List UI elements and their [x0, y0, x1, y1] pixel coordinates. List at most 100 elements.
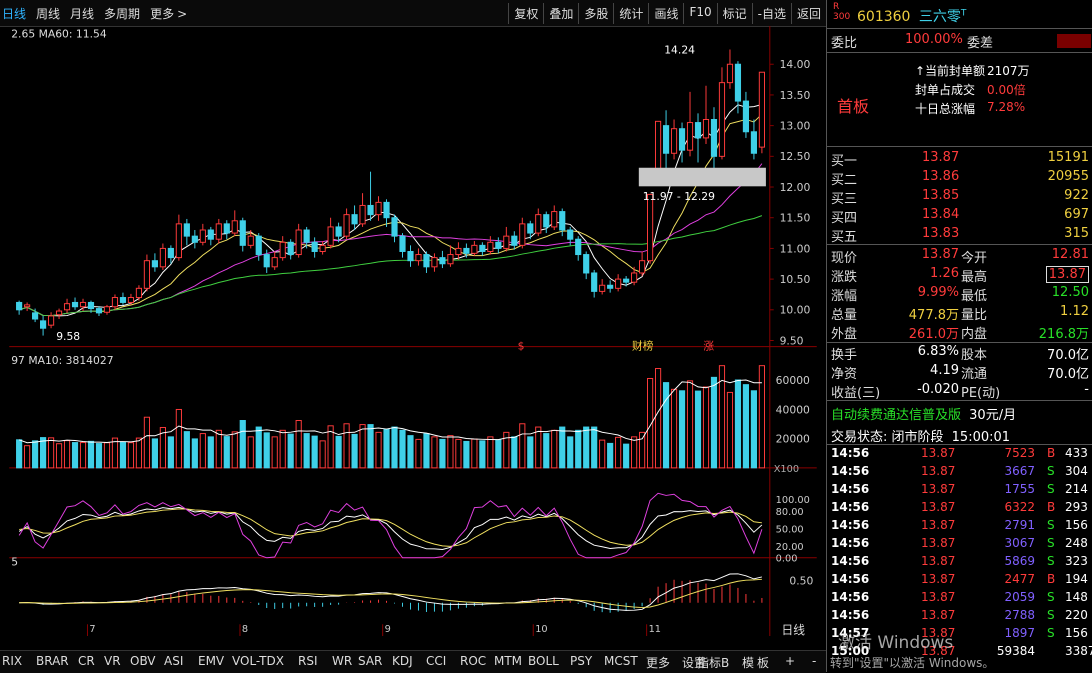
candle[interactable] [583, 254, 590, 274]
volume-bar[interactable] [359, 424, 366, 469]
volume-bar[interactable] [487, 436, 494, 469]
volume-bar[interactable] [79, 442, 87, 469]
indicator-tab[interactable]: PSY [570, 654, 592, 668]
indicator-tab[interactable]: RSI [298, 654, 318, 668]
candle[interactable] [207, 229, 214, 240]
volume-bar[interactable] [383, 428, 390, 469]
event-marker[interactable]: 财榜 [632, 340, 654, 353]
candle[interactable] [24, 304, 31, 308]
bottom-action[interactable]: 板 [757, 654, 769, 671]
candle[interactable] [487, 241, 494, 252]
volume-bar[interactable] [702, 386, 710, 469]
volume-bar[interactable] [127, 442, 135, 469]
candle[interactable] [375, 201, 382, 216]
volume-bar[interactable] [175, 408, 182, 469]
indicator-tab[interactable]: MTM [494, 654, 522, 668]
bid-row[interactable]: 买三 13.85 922 [827, 188, 1092, 207]
candle[interactable] [639, 260, 646, 274]
stats-button[interactable]: 统计 [613, 3, 648, 24]
candle[interactable] [527, 223, 534, 234]
volume-bar[interactable] [391, 426, 398, 469]
indicator-tab[interactable]: CR [78, 654, 95, 668]
candle[interactable] [111, 297, 119, 308]
candle[interactable] [383, 201, 390, 219]
candle[interactable] [215, 223, 222, 240]
volume-bar[interactable] [447, 435, 454, 469]
candle[interactable] [295, 229, 302, 256]
candle[interactable] [311, 241, 318, 252]
bottom-action[interactable]: 模 [742, 654, 754, 671]
volume-bar[interactable] [24, 445, 31, 469]
candle[interactable] [47, 315, 55, 326]
candle[interactable] [623, 278, 630, 283]
bid-row[interactable]: 买四 13.84 697 [827, 207, 1092, 226]
bid-row[interactable]: 买二 13.86 20955 [827, 169, 1092, 188]
volume-bar[interactable] [559, 426, 566, 469]
volume-bar[interactable] [407, 435, 414, 469]
tick-row[interactable]: 14:56 13.87 2477 B 194 [827, 572, 1092, 590]
volume-bar[interactable] [607, 442, 614, 469]
indicator-tab[interactable]: BRAR [36, 654, 69, 668]
volume-bar[interactable] [151, 438, 158, 469]
candle[interactable] [367, 204, 374, 216]
candle[interactable] [327, 226, 334, 246]
volume-bar[interactable] [423, 433, 430, 469]
candle[interactable] [343, 214, 350, 237]
volume-bar[interactable] [511, 436, 518, 469]
candle[interactable] [535, 214, 542, 234]
event-marker[interactable]: 涨 [703, 340, 714, 353]
candle[interactable] [559, 211, 566, 231]
bid-row[interactable]: 买五 13.83 315 [827, 226, 1092, 245]
candle[interactable] [63, 303, 71, 311]
tick-row[interactable]: 14:56 13.87 3667 S 304 [827, 464, 1092, 482]
indicator-tab[interactable]: ASI [164, 654, 183, 668]
candle[interactable] [607, 284, 614, 289]
candle[interactable] [175, 223, 182, 259]
candle[interactable] [495, 241, 502, 249]
candle[interactable] [151, 260, 158, 268]
candle[interactable] [32, 312, 39, 320]
candle[interactable] [167, 247, 174, 259]
volume-bar[interactable] [710, 376, 718, 469]
candle[interactable] [55, 310, 63, 316]
candle[interactable] [543, 214, 550, 228]
candle[interactable] [127, 297, 135, 303]
back-button[interactable]: 返回 [790, 3, 826, 24]
volume-bar[interactable] [623, 443, 630, 469]
indicator-tab[interactable]: WR [332, 654, 352, 668]
bid-row[interactable]: 买一 13.87 15191 [827, 150, 1092, 169]
tick-row[interactable]: 14:56 13.87 5869 S 323 [827, 554, 1092, 572]
volume-bar[interactable] [199, 433, 206, 469]
candle[interactable] [551, 211, 558, 228]
volume-bar[interactable] [103, 442, 111, 469]
volume-bar[interactable] [551, 429, 558, 469]
tick-row[interactable]: 14:56 13.87 6322 B 293 [827, 500, 1092, 518]
candle[interactable] [103, 306, 111, 313]
volume-bar[interactable] [111, 437, 119, 469]
volume-bar[interactable] [167, 436, 174, 469]
candle[interactable] [79, 301, 87, 308]
candle[interactable] [391, 217, 398, 237]
candle[interactable] [686, 122, 694, 151]
volume-bar[interactable] [639, 431, 646, 469]
volume-bar[interactable] [47, 437, 55, 469]
tab-more[interactable]: 更多 > [150, 5, 187, 22]
indicator-tab[interactable]: KDJ [392, 654, 413, 668]
volume-bar[interactable] [343, 423, 350, 469]
volume-bar[interactable] [223, 436, 230, 469]
volume-bar[interactable] [543, 433, 550, 469]
bottom-action[interactable]: 指标B [697, 654, 729, 671]
volume-bar[interactable] [351, 433, 358, 469]
indicator-tab[interactable]: ROC [460, 654, 486, 668]
volume-bar[interactable] [95, 443, 103, 469]
volume-bar[interactable] [615, 436, 622, 469]
candle[interactable] [303, 229, 310, 243]
volume-bar[interactable] [191, 438, 198, 469]
volume-bar[interactable] [40, 437, 47, 469]
volume-bar[interactable] [686, 380, 694, 469]
volume-bar[interactable] [463, 440, 470, 469]
volume-bar[interactable] [311, 435, 318, 469]
indicator-tab[interactable]: MCST [604, 654, 638, 668]
candle[interactable] [726, 63, 734, 84]
candle[interactable] [662, 125, 670, 154]
